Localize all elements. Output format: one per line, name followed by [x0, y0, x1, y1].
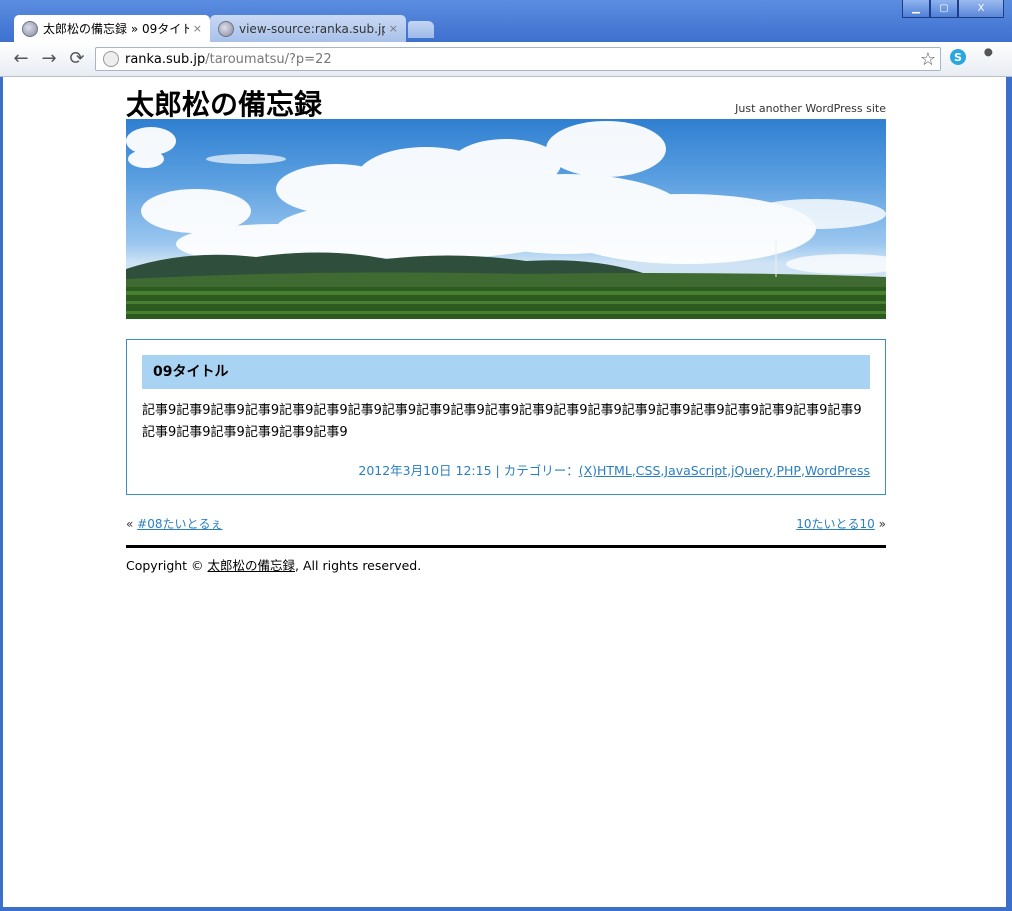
- close-tab-icon[interactable]: ×: [389, 22, 398, 35]
- browser-titlebar: ▁ ▢ X 太郎松の備忘録 » 09タイトル × view-source:ran…: [0, 0, 1012, 42]
- close-tab-icon[interactable]: ×: [193, 22, 202, 35]
- post-date: 2012年3月10日 12:15 | カテゴリー：: [358, 463, 579, 478]
- tab-title: 太郎松の備忘録 » 09タイトル: [43, 22, 189, 36]
- page-viewport: 太郎松の備忘録 Just another WordPress site 09タイ…: [3, 77, 1006, 907]
- header-image: [126, 119, 886, 319]
- bookmark-star-icon[interactable]: ☆: [920, 49, 936, 70]
- new-tab-button[interactable]: [408, 21, 434, 38]
- category-link-css[interactable]: CSS: [636, 463, 661, 478]
- reload-icon[interactable]: ⟳: [66, 48, 88, 70]
- next-post-link[interactable]: 10たいとる10: [796, 517, 875, 531]
- address-path: /taroumatsu/?p=22: [205, 51, 332, 67]
- copyright-suffix: , All rights reserved.: [295, 558, 422, 573]
- category-link-xhtml[interactable]: (X)HTML: [579, 463, 632, 478]
- footer-divider: [126, 545, 886, 548]
- address-host: ranka.sub.jp: [125, 51, 206, 67]
- close-window-button[interactable]: X: [958, 0, 1004, 18]
- browser-toolbar: ← → ⟳ ranka.sub.jp/taroumatsu/?p=22 ☆ S: [0, 42, 1012, 77]
- tab-title: view-source:ranka.sub.jp/tarou: [239, 21, 385, 36]
- globe-icon: [22, 20, 38, 37]
- globe-icon: [218, 20, 234, 37]
- copyright-prefix: Copyright ©: [126, 558, 208, 573]
- post-meta: 2012年3月10日 12:15 | カテゴリー：(X)HTML,CSS,Jav…: [358, 460, 870, 479]
- next-arrow-icon: »: [878, 517, 886, 531]
- copyright: Copyright © 太郎松の備忘録, All rights reserved…: [126, 555, 421, 574]
- wrench-icon[interactable]: [978, 48, 1000, 70]
- footer-site-link[interactable]: 太郎松の備忘録: [208, 558, 296, 573]
- site-tagline: Just another WordPress site: [735, 102, 886, 115]
- category-link-javascript[interactable]: JavaScript: [664, 463, 727, 478]
- post-article: 09タイトル 記事9記事9記事9記事9記事9記事9記事9記事9記事9記事9記事9…: [126, 339, 886, 495]
- prev-post-link[interactable]: #08たいとるぇ: [137, 517, 222, 531]
- minimize-button[interactable]: ▁: [902, 0, 930, 18]
- next-post-nav: 10たいとる10 »: [796, 515, 886, 532]
- window-frame-bottom: [0, 907, 1012, 911]
- forward-icon[interactable]: →: [38, 48, 60, 70]
- back-icon[interactable]: ←: [10, 48, 32, 70]
- prev-post-nav: « #08たいとるぇ: [126, 515, 223, 532]
- window-controls: ▁ ▢ X: [902, 0, 1004, 18]
- address-bar[interactable]: ranka.sub.jp/taroumatsu/?p=22 ☆: [95, 47, 941, 71]
- maximize-button[interactable]: ▢: [930, 0, 958, 18]
- window-frame-right: [1006, 77, 1012, 911]
- post-body: 記事9記事9記事9記事9記事9記事9記事9記事9記事9記事9記事9記事9記事9記…: [142, 403, 862, 440]
- skype-icon[interactable]: S: [947, 48, 969, 70]
- category-link-jquery[interactable]: jQuery: [731, 463, 772, 478]
- site-title[interactable]: 太郎松の備忘録: [126, 83, 322, 123]
- tab-active[interactable]: 太郎松の備忘録 » 09タイトル ×: [14, 15, 210, 42]
- svg-text:S: S: [954, 51, 962, 64]
- prev-arrow-icon: «: [126, 517, 134, 531]
- category-link-php[interactable]: PHP: [777, 463, 801, 478]
- category-link-wordpress[interactable]: WordPress: [805, 463, 870, 478]
- post-title[interactable]: 09タイトル: [142, 355, 870, 389]
- tab-view-source[interactable]: view-source:ranka.sub.jp/tarou ×: [210, 15, 406, 42]
- globe-icon: [103, 51, 119, 67]
